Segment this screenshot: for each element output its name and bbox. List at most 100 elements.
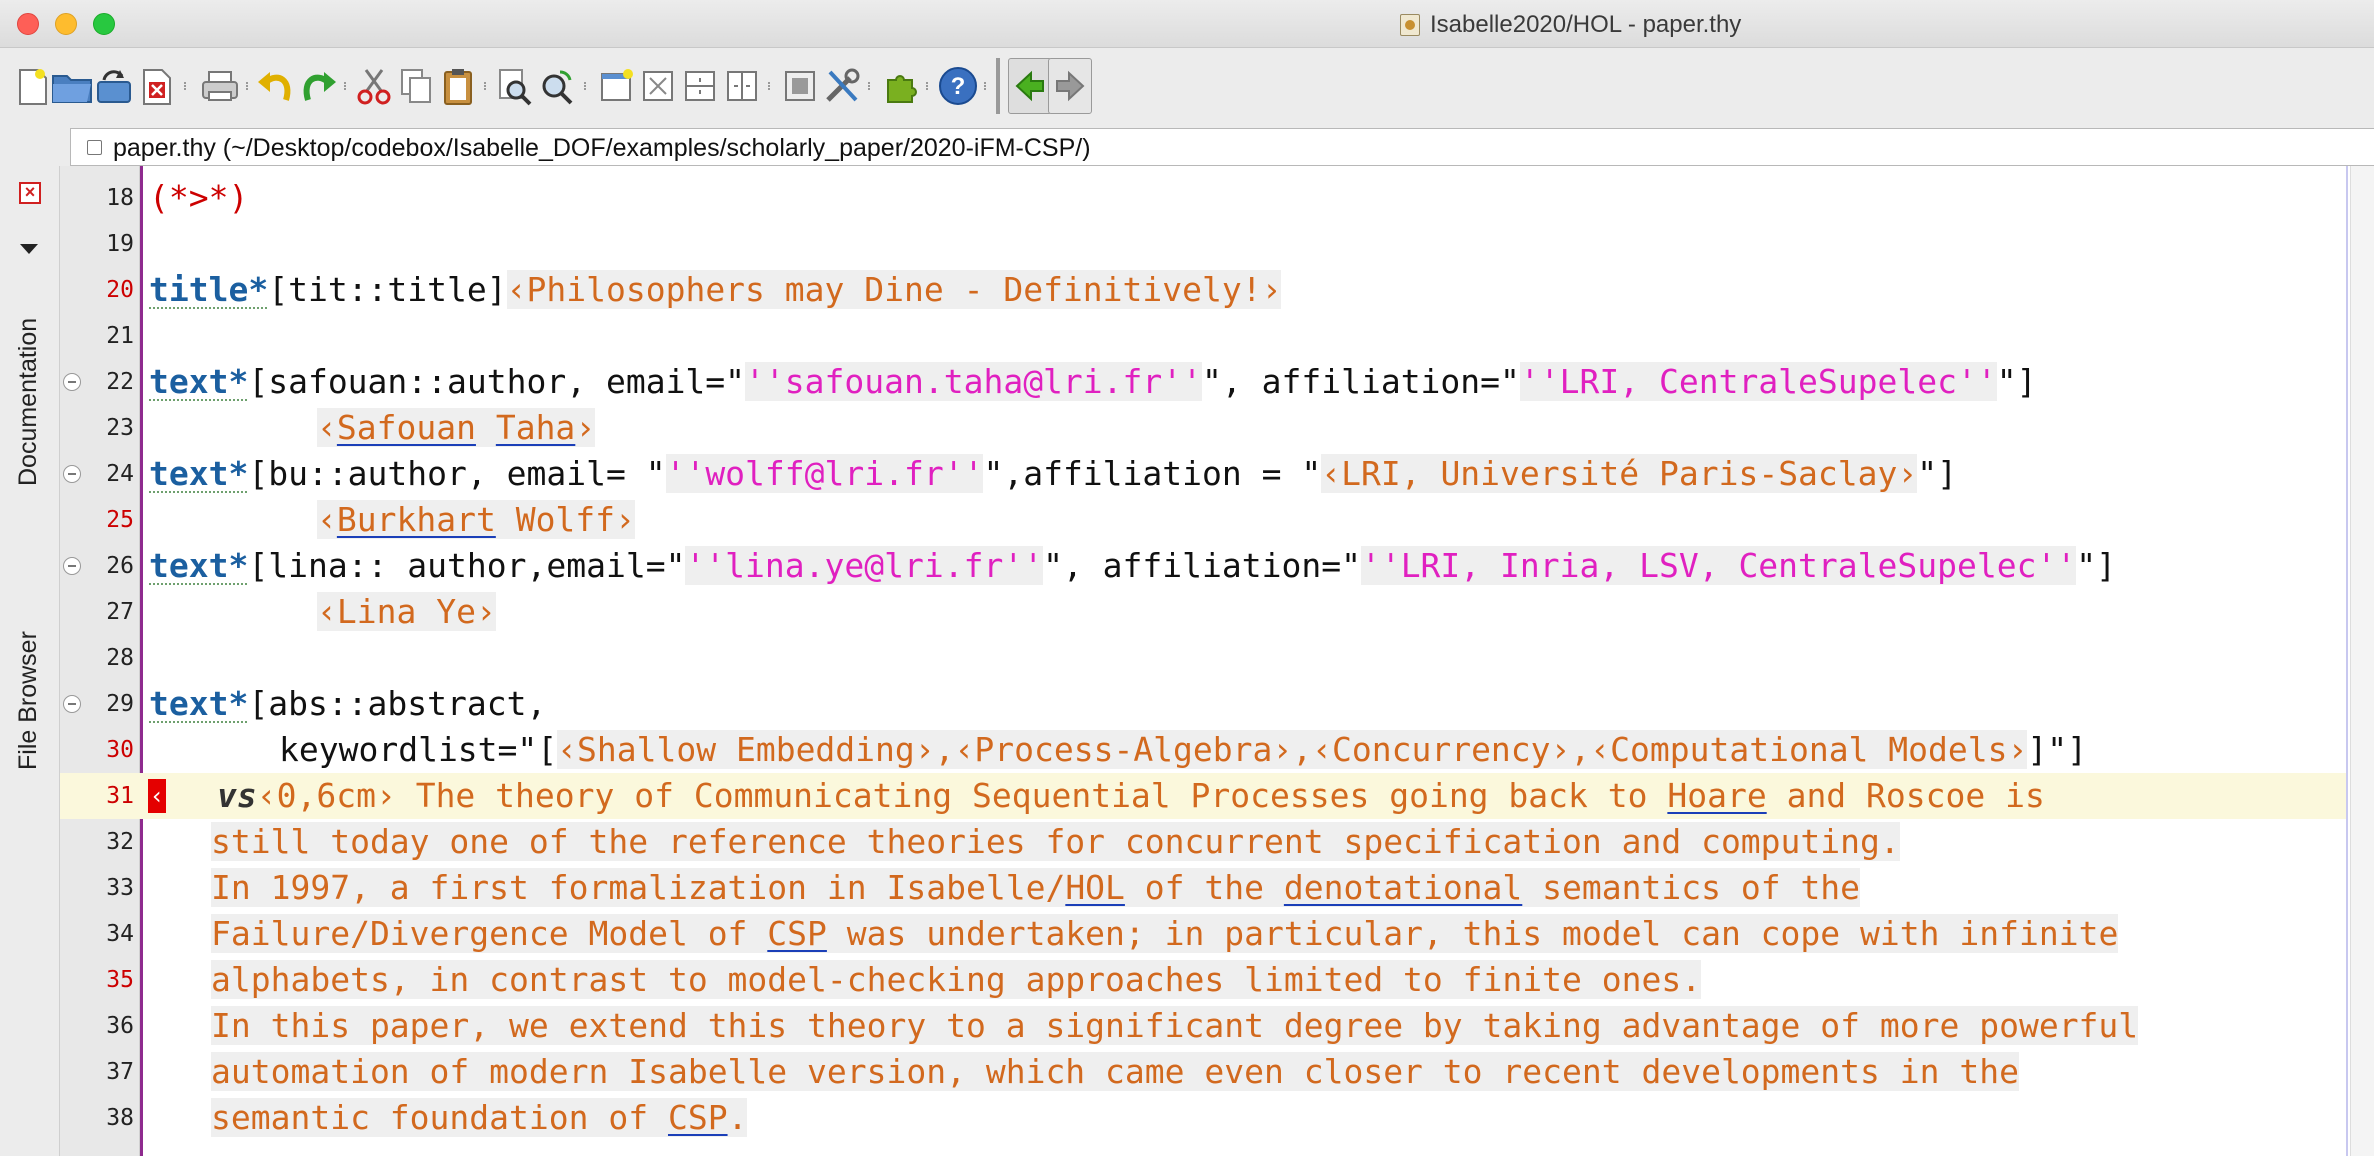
plugin-manager-icon[interactable] [876, 62, 924, 110]
code-line: 23 ‹Safouan Taha› [60, 405, 2346, 451]
code-line: 25 ‹Burkhart Wolff› [60, 497, 2346, 543]
code-token: Failure/Divergence Model of CSP was unde… [211, 914, 2119, 953]
find-replace-icon[interactable] [532, 62, 580, 110]
split-horizontal-icon[interactable] [676, 62, 724, 110]
help-icon[interactable]: ? [934, 62, 982, 110]
buffer-switcher[interactable]: paper.thy (~/Desktop/codebox/Isabelle_DO… [70, 128, 2374, 166]
code-token: (*>*) [149, 178, 249, 217]
code-text: ‹Burkhart Wolff› [317, 497, 635, 543]
code-text: (*>*) [149, 175, 248, 221]
code-line: 20 title*[tit::title]‹Philosophers may D… [60, 267, 2346, 313]
buffer-options-icon[interactable] [776, 62, 824, 110]
line-number: 33 [106, 875, 134, 901]
copy-icon[interactable] [392, 62, 440, 110]
code-text: text*[bu::author, email= "''wolff@lri.fr… [149, 451, 1957, 497]
code-token: Hoare [1667, 776, 1767, 815]
close-buffer-icon[interactable] [132, 62, 180, 110]
code-line: 27 ‹Lina Ye› [60, 589, 2346, 635]
cartouche-string: ‹0,6cm› [256, 776, 396, 815]
dock-tab-documentation[interactable]: Documentation [14, 318, 43, 486]
code-token: [lina:: author,email=" [248, 546, 686, 585]
reload-icon[interactable] [90, 62, 138, 110]
code-token: ", affiliation=" [1202, 362, 1520, 401]
toolbar-separator [584, 82, 587, 90]
text-area[interactable]: 18 (*>*) 19 20 title*[tit::title]‹Philos… [60, 166, 2374, 1156]
paste-icon[interactable] [434, 62, 482, 110]
open-folder-icon[interactable] [48, 62, 96, 110]
keyword: title* [149, 270, 269, 309]
code-line: 32 still today one of the reference theo… [60, 819, 2346, 865]
line-number: 31 [106, 783, 134, 809]
line-number: 30 [106, 737, 134, 763]
code-line: 18 (*>*) [60, 175, 2346, 221]
cartouche-string: ‹Philosophers may Dine - Definitively!› [506, 270, 1282, 309]
dock-tab-file-browser[interactable]: File Browser [14, 631, 43, 770]
keyword: text* [149, 362, 249, 401]
window-close-button[interactable] [17, 13, 39, 35]
wrap-margin-line [2346, 166, 2348, 1156]
code-token: Wolff› [495, 500, 635, 539]
line-number: 19 [106, 231, 134, 257]
toolbar-separator [184, 82, 187, 90]
antiquotation-symbol: vs [217, 776, 257, 815]
find-icon[interactable] [490, 62, 538, 110]
dock-close-icon[interactable]: × [19, 182, 41, 204]
code-text: In 1997, a first formalization in Isabel… [211, 865, 1861, 911]
code-line: 26 text*[lina:: author,email="''lina.ye@… [60, 543, 2346, 589]
string-literal: ''LRI, Inria, LSV, CentraleSupelec'' [1360, 546, 2077, 585]
left-dock: × Documentation File Browser [0, 166, 60, 1156]
navigate-forward-icon[interactable] [1048, 58, 1092, 114]
code-token: ", affiliation=" [1043, 546, 1361, 585]
string-literal: ''wolff@lri.fr'' [665, 454, 984, 493]
code-line-current: 31 ‹ vs‹0,6cm› The theory of Communicati… [60, 773, 2346, 819]
cartouche-string: ‹Lina Ye› [317, 592, 496, 631]
code-token: denotational [1283, 868, 1523, 907]
code-token: CSP [767, 914, 827, 953]
print-icon[interactable] [196, 62, 244, 110]
code-token: ‹ [317, 500, 337, 539]
code-line: 28 [60, 635, 2346, 681]
code-line: 35 alphabets, in contrast to model-check… [60, 957, 2346, 1003]
cut-icon[interactable] [350, 62, 398, 110]
buffer-checkbox[interactable] [87, 140, 102, 155]
window-zoom-button[interactable] [93, 13, 115, 35]
code-token: In 1997, a first formalization in Isabel… [211, 868, 1066, 907]
code-line: 30 keywordlist="[‹Shallow Embedding›,‹Pr… [60, 727, 2346, 773]
toolbar-separator [768, 82, 771, 90]
line-number: 25 [106, 507, 134, 533]
dock-menu-arrow-icon[interactable] [20, 244, 38, 254]
code-text: vs‹0,6cm› The theory of Communicating Se… [217, 773, 2045, 819]
new-view-icon[interactable] [592, 62, 640, 110]
split-vertical-icon[interactable] [718, 62, 766, 110]
code-token: was undertaken; in particular, this mode… [826, 914, 2119, 953]
unsplit-icon[interactable] [634, 62, 682, 110]
code-line: 22 text*[safouan::author, email="''safou… [60, 359, 2346, 405]
code-token: CSP [667, 1098, 728, 1137]
navigate-back-icon[interactable] [1008, 58, 1052, 114]
line-number: 28 [106, 645, 134, 671]
line-number: 37 [106, 1059, 134, 1085]
code-token: "] [1917, 454, 1958, 493]
buffer-path: paper.thy (~/Desktop/codebox/Isabelle_DO… [113, 134, 1091, 162]
window-minimize-button[interactable] [55, 13, 77, 35]
vertical-scrollbar[interactable] [2350, 166, 2374, 1156]
code-token: semantics of the [1522, 868, 1861, 907]
code-token: of the [1124, 868, 1284, 907]
line-number: 38 [106, 1105, 134, 1131]
code-token: Safouan [336, 408, 476, 447]
code-token: › [575, 408, 596, 447]
error-marker-icon[interactable]: ‹ [148, 779, 166, 813]
code-token: [tit::title] [268, 270, 507, 309]
keyword: text* [149, 546, 249, 585]
code-text: ‹Safouan Taha› [317, 405, 596, 451]
code-text: semantic foundation of CSP. [211, 1095, 748, 1141]
line-number: 29 [106, 691, 134, 717]
line-number: 22 [106, 369, 134, 395]
global-options-icon[interactable] [818, 62, 866, 110]
code-text: still today one of the reference theorie… [211, 819, 1900, 865]
redo-icon[interactable] [294, 62, 342, 110]
line-number: 36 [106, 1013, 134, 1039]
code-token: The theory of Communicating Sequential P… [395, 776, 1668, 815]
undo-icon[interactable] [252, 62, 300, 110]
code-token: . [727, 1098, 748, 1137]
